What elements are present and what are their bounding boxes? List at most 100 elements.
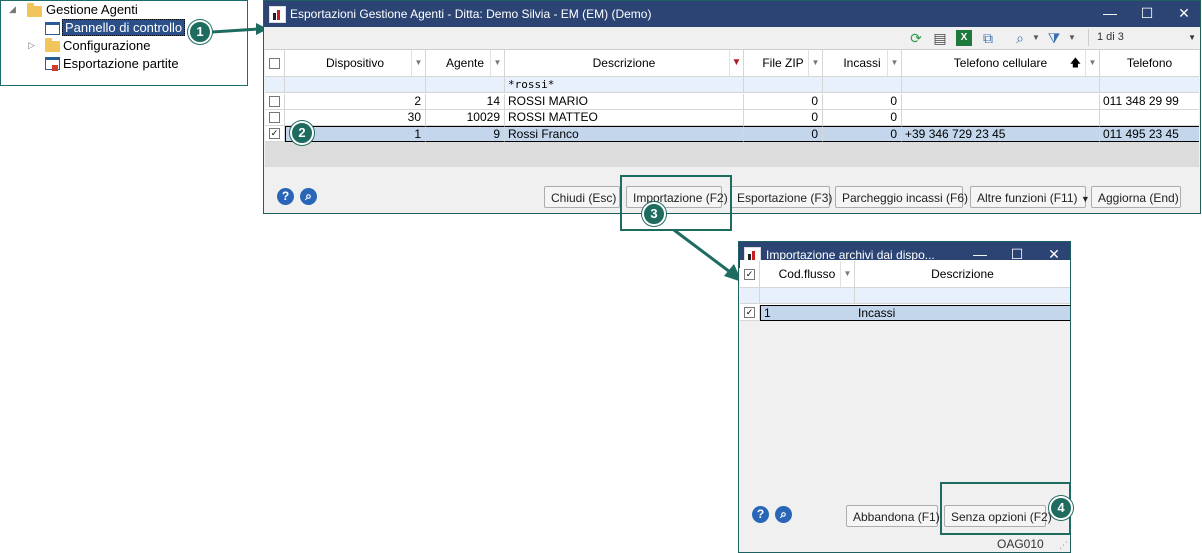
filter-cod-flusso[interactable] [760,288,855,304]
row-checkbox[interactable]: ✓ [744,307,755,318]
export-badge-icon [52,65,58,71]
header-label: Descrizione [592,56,656,70]
cell-file-zip: 0 [744,110,823,126]
collapse-arrow-icon[interactable]: ◢ [9,4,16,15]
filter-telefono-cellulare[interactable] [902,77,1100,93]
cell-incassi: 0 [823,126,902,142]
cell-descrizione: Rossi Franco [505,126,744,142]
agents-grid: Dispositivo ▼ Agente ▼ Descrizione ▼ Fil… [265,50,1199,167]
import-grid: ✓ Cod.flusso ▼ Descrizione ✓ 1 Incassi [740,260,1070,484]
expand-arrow-icon[interactable]: ▷ [28,40,35,51]
header-incassi[interactable]: Incassi ▼ [823,50,902,77]
filter-agente[interactable] [426,77,505,93]
tree-item-configurazione[interactable]: Configurazione [63,37,150,54]
row-checkbox[interactable] [269,112,280,123]
excel-export-icon[interactable]: X [956,30,972,46]
header-label: Telefono [1126,56,1173,70]
header-file-zip[interactable]: File ZIP ▼ [744,50,823,77]
callout-arrow-1 [211,23,268,35]
callout-badge-4: 4 [1049,496,1073,520]
column-dropdown-icon[interactable]: ▼ [490,50,504,76]
cell-descrizione: Incassi [855,305,1070,321]
folder-icon [45,38,60,52]
help-icon[interactable]: ? [277,188,294,205]
header-label: Dispositivo [325,56,385,70]
export-icon[interactable]: ⧉ [980,30,996,46]
dropdown-arrow-icon[interactable]: ▼ [1028,30,1044,46]
dropdown-arrow-icon: ▼ [1188,33,1196,42]
dropdown-arrow-icon[interactable]: ▼ [1064,30,1080,46]
help-icon[interactable]: ? [752,506,769,523]
cell-telefono: 011 348 29 99 [1100,94,1199,110]
header-dispositivo[interactable]: Dispositivo ▼ [285,50,426,77]
print-preview-icon[interactable]: ▤ [932,30,948,46]
header-telefono-cellulare[interactable]: Telefono cellulare 🡅 ▼ [902,50,1100,77]
tree-root-gestione-agenti[interactable]: Gestione Agenti [46,1,138,18]
header-select-all[interactable] [265,50,285,77]
tree-item-esportazione-partite[interactable]: Esportazione partite [63,55,179,72]
cell-telefono-cellulare [902,94,1100,110]
row-checkbox[interactable]: ✓ [269,128,280,139]
filter-telefono[interactable] [1100,77,1199,93]
column-dropdown-icon[interactable]: ▼ [808,50,822,76]
callout-box-3 [620,175,732,231]
select-all-checkbox[interactable]: ✓ [744,269,755,280]
filter-descrizione[interactable] [855,288,1070,304]
cell-agente: 14 [426,94,505,110]
filter-descrizione[interactable]: *rossi* [505,77,744,93]
header-agente[interactable]: Agente ▼ [426,50,505,77]
parcheggio-incassi-button[interactable]: Parcheggio incassi (F6) [835,186,968,208]
column-dropdown-icon[interactable]: ▼ [1085,50,1099,76]
select-all-checkbox[interactable] [269,58,280,69]
cell-telefono-cellulare [902,110,1100,126]
main-titlebar: Esportazioni Gestione Agenti - Ditta: De… [264,1,1200,27]
cell-file-zip: 0 [744,126,823,142]
column-dropdown-icon[interactable]: ▼ [887,50,901,76]
page-selector[interactable]: 1 di 3 ▼ [1088,29,1198,46]
page-indicator: 1 di 3 [1097,31,1124,43]
abbandona-button[interactable]: Abbandona (F1) [846,505,940,527]
callout-badge-1: 1 [188,20,212,44]
cell-descrizione: ROSSI MATTEO [505,110,744,126]
refresh-icon[interactable]: ⟳ [908,30,924,46]
sort-ascending-icon: 🡅 [1069,57,1081,69]
zoom-search-icon[interactable]: ⌕ [1012,30,1028,46]
cell-telefono [1100,110,1199,126]
cell-telefono: 011 495 23 45 [1100,126,1199,142]
tree-item-pannello-di-controllo[interactable]: Pannello di controllo [62,19,186,36]
search-icon[interactable]: ⌕ [300,188,317,205]
header-descrizione[interactable]: Descrizione ▼ [505,50,744,77]
cell-cod-flusso: 1 [760,305,855,321]
callout-badge-3: 3 [642,202,666,226]
cell-telefono-cellulare: +39 346 729 23 45 [902,126,1100,142]
aggiorna-button[interactable]: Aggiorna (End) [1091,186,1181,208]
search-icon[interactable]: ⌕ [775,506,792,523]
callout-badge-2: 2 [290,121,314,145]
column-dropdown-icon[interactable]: ▼ [411,50,425,76]
navigation-tree: ◢ Gestione Agenti Pannello di controllo … [0,0,248,86]
esportazione-button[interactable]: Esportazione (F3) [730,186,832,208]
cell-agente: 9 [426,126,505,142]
filter-incassi[interactable] [823,77,902,93]
header-descrizione[interactable]: Descrizione [855,261,1070,288]
minimize-icon[interactable]: — [1100,4,1120,22]
filter-dispositivo[interactable] [285,77,426,93]
cell-descrizione: ROSSI MARIO [505,94,744,110]
header-select-all[interactable]: ✓ [740,261,760,288]
filter-columns-icon[interactable]: ⧩ [1046,30,1062,46]
filter-active-icon[interactable]: ▼ [729,50,743,76]
filter-file-zip[interactable] [744,77,823,93]
chiudi-button[interactable]: Chiudi (Esc) [544,186,620,208]
altre-funzioni-label: Altre funzioni (F11) [977,191,1078,205]
resize-grip-icon[interactable]: ⋰ [1059,540,1068,551]
cell-agente: 10029 [426,110,505,126]
app-logo-icon [269,6,286,23]
maximize-icon[interactable]: ☐ [1137,4,1157,22]
row-checkbox[interactable] [269,96,280,107]
altre-funzioni-button[interactable]: Altre funzioni (F11) ▼ [970,186,1090,208]
column-dropdown-icon[interactable]: ▼ [840,261,854,287]
window-icon [45,22,60,35]
header-telefono[interactable]: Telefono [1100,50,1199,77]
close-icon[interactable]: ✕ [1174,4,1194,22]
header-cod-flusso[interactable]: Cod.flusso ▼ [760,261,855,288]
